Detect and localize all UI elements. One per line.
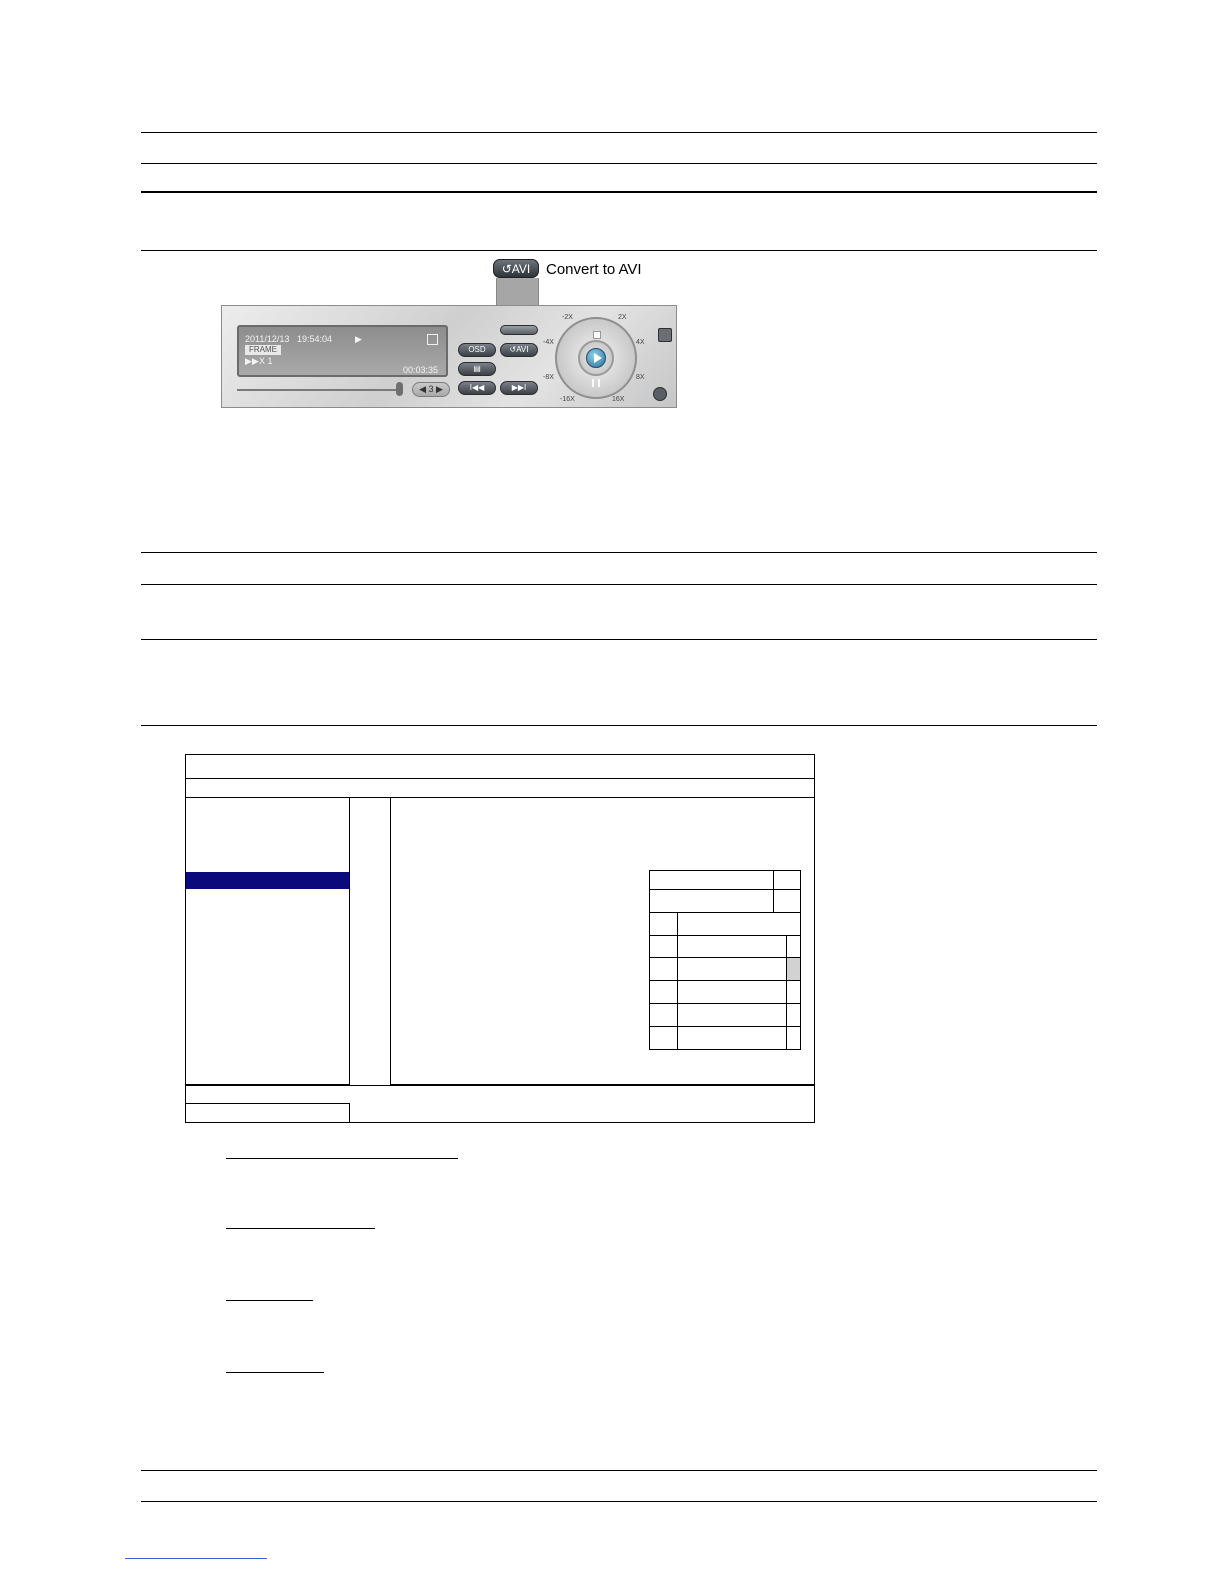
page-selector[interactable]: ◀ 3 ▶	[412, 382, 450, 397]
wheel-center	[578, 340, 614, 376]
rule-2	[141, 163, 1097, 164]
playback-date: 2011/12/13	[245, 334, 290, 344]
speed-label-minus-8x: -8X	[543, 374, 554, 381]
avi-label: AVI	[516, 345, 529, 354]
rule-6	[141, 584, 1097, 585]
settings-table	[649, 870, 801, 1050]
rule-7	[141, 639, 1097, 640]
display-button[interactable]: ▤	[458, 362, 496, 376]
osd-button[interactable]: OSD	[458, 343, 496, 357]
avi-button[interactable]: ↺AVI	[500, 343, 538, 357]
close-icon[interactable]	[653, 387, 667, 401]
rule-4	[141, 250, 1097, 251]
fast-forward-icon: ▶▶	[245, 356, 259, 366]
rule-3	[141, 191, 1097, 193]
status-divider	[186, 1103, 350, 1104]
frame-badge: FRAME	[245, 345, 281, 355]
grid-icon[interactable]	[427, 334, 438, 345]
rule-9	[141, 1470, 1097, 1471]
speed-label-2x: 2X	[618, 314, 627, 321]
speed-label-minus-16x: -16X	[560, 396, 575, 403]
speed-label-4x: 4X	[636, 339, 645, 346]
playback-panel: 2011/12/13 19:54:04 ▶ FRAME ▶▶ X 1 00:03…	[221, 305, 677, 408]
table-col-line	[773, 871, 774, 912]
play-indicator-icon: ▶	[355, 334, 362, 344]
table-row-line	[650, 1026, 800, 1027]
elapsed-time: 00:03:35	[402, 365, 438, 375]
table-row-line	[650, 957, 800, 958]
rule-10	[141, 1501, 1097, 1502]
page-number: 3	[428, 384, 434, 394]
next-button[interactable]: ▶▶I	[500, 381, 538, 395]
osd-label: OSD	[468, 345, 486, 354]
speed-label-16x: 16X	[612, 396, 625, 403]
stop-icon[interactable]	[593, 331, 601, 339]
table-row-line	[650, 912, 800, 913]
status-column-divider	[349, 1103, 350, 1123]
table-row-line	[650, 980, 800, 981]
avi-callout-button: ↺AVI	[493, 259, 539, 278]
table-col-line	[677, 912, 678, 1049]
playback-display: 2011/12/13 19:54:04 ▶ FRAME ▶▶ X 1 00:03…	[237, 325, 448, 377]
rule-5	[141, 552, 1097, 553]
speed-label-8x: 8X	[636, 374, 645, 381]
avi-tab	[500, 325, 538, 335]
speed-label-minus-4x: -4X	[543, 339, 554, 346]
speed-label-minus-2x: -2X	[562, 314, 573, 321]
rule-8	[141, 725, 1097, 726]
table-row-line	[650, 889, 800, 890]
playback-time: 19:54:04	[297, 334, 333, 344]
speed-readout: X 1	[259, 356, 273, 366]
next-label: ▶▶I	[511, 383, 527, 392]
jog-wheel[interactable]	[555, 317, 637, 399]
table-row-line	[650, 1003, 800, 1004]
section-heading-underline-4	[226, 1372, 324, 1373]
section-heading-underline-2	[226, 1228, 375, 1229]
play-icon[interactable]	[586, 348, 606, 368]
table-scrollbar-thumb[interactable]	[787, 958, 800, 980]
avi-callout-label: AVI	[511, 262, 531, 276]
previous-button[interactable]: I◀◀	[458, 381, 496, 395]
footer-link-underline[interactable]	[125, 1558, 267, 1559]
section-heading-underline-1	[226, 1158, 458, 1159]
menu-list-selected-item[interactable]	[186, 872, 349, 889]
convert-to-avi-label: Convert to AVI	[546, 261, 642, 278]
slider-knob[interactable]	[396, 382, 403, 396]
table-col-line	[786, 935, 787, 1049]
menu-list[interactable]	[186, 797, 350, 1085]
pause-icon[interactable]	[592, 379, 600, 387]
timeline-slider[interactable]	[237, 389, 400, 391]
window-bottom-divider	[186, 1085, 814, 1086]
snapshot-icon[interactable]	[658, 328, 672, 342]
window-title-divider	[186, 778, 814, 779]
rule-1	[141, 132, 1097, 133]
display-icon: ▤	[473, 364, 481, 373]
section-heading-underline-3	[226, 1300, 313, 1301]
previous-label: I◀◀	[469, 383, 485, 392]
table-row-line	[650, 935, 800, 936]
